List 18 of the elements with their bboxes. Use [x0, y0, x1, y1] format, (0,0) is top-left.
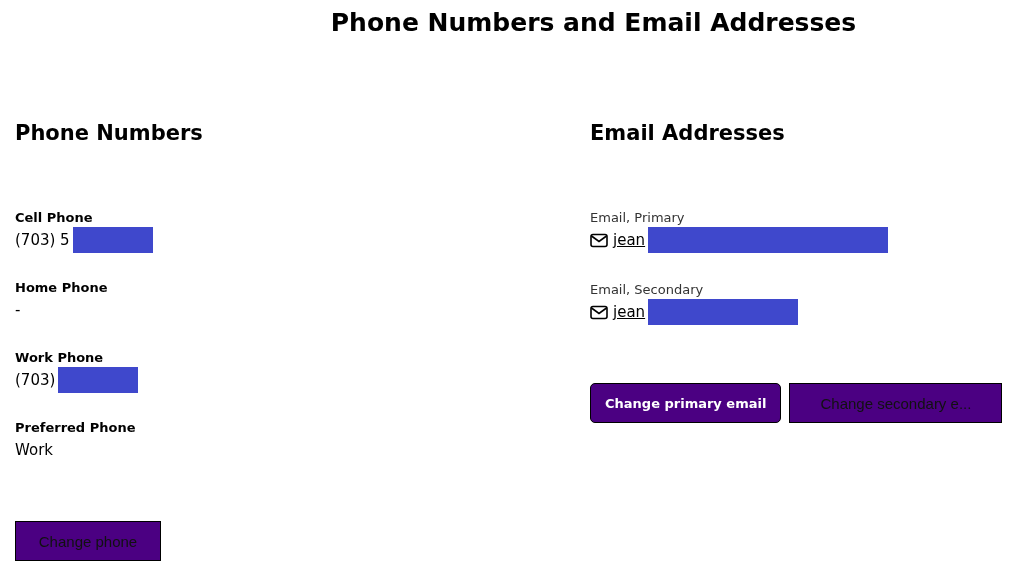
field-value: (703) [15, 371, 56, 389]
change-button[interactable]: Change primary email [590, 383, 782, 423]
field-label: Email, Secondary [590, 282, 704, 297]
field-label: Email, Primary [590, 210, 685, 225]
envelope-icon [590, 232, 608, 248]
section-heading: Email Addresses [590, 121, 785, 145]
field-label: Cell Phone [15, 210, 93, 225]
field-value: - [15, 301, 21, 319]
page-title: Phone Numbers and Email Addresses [330, 8, 857, 37]
field-value: (703) 5 [15, 231, 70, 249]
email-link[interactable]: jean [613, 231, 646, 249]
field-label: Home Phone [15, 280, 108, 295]
section-heading: Phone Numbers [15, 121, 203, 145]
field-label: Preferred Phone [15, 420, 136, 435]
email-link[interactable]: jean [613, 303, 646, 321]
envelope-icon [590, 304, 608, 320]
field-label: Work Phone [15, 350, 104, 365]
field-value: Work [15, 441, 53, 459]
